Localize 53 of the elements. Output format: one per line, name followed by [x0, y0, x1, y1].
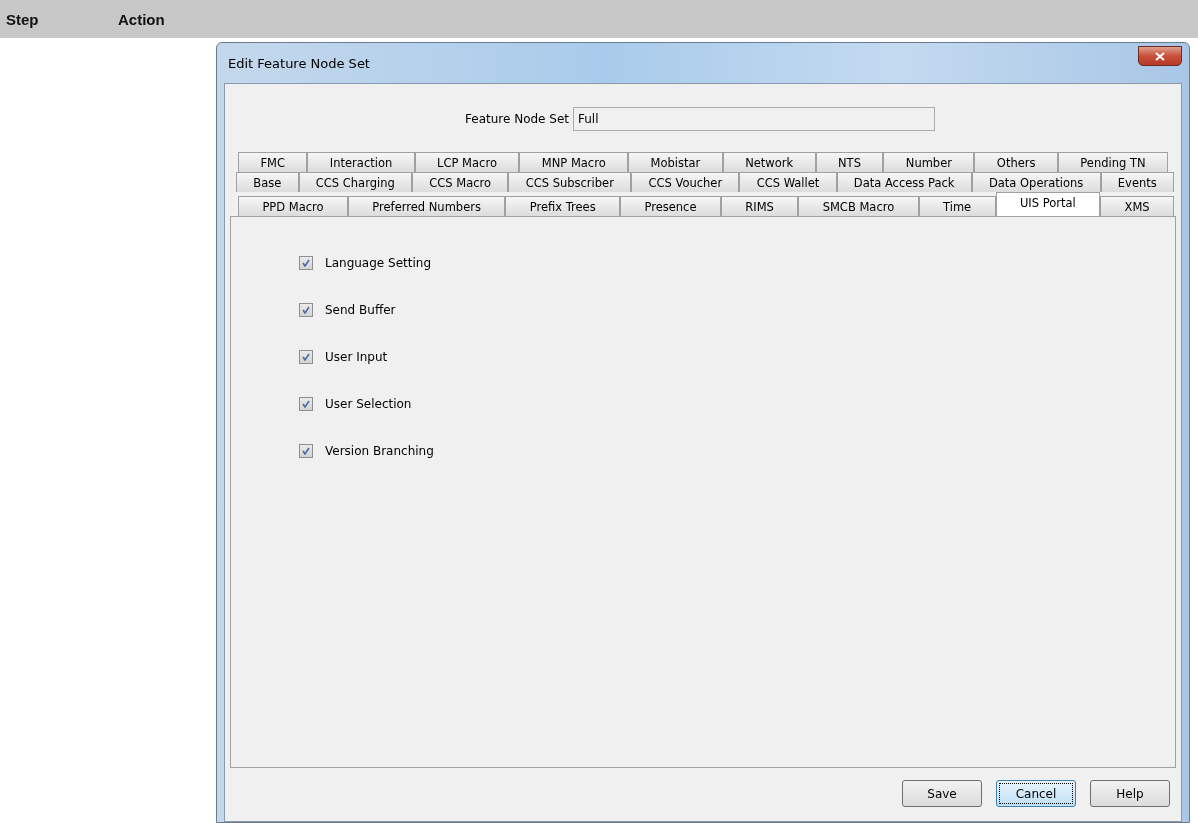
tab[interactable]: Events — [1100, 172, 1174, 192]
feature-node-set-field[interactable]: Full — [573, 107, 935, 131]
tab[interactable]: PPD Macro — [238, 196, 348, 216]
tab[interactable]: XMS — [1100, 196, 1174, 216]
tab[interactable]: Others — [974, 152, 1058, 172]
tab[interactable]: MNP Macro — [519, 152, 629, 172]
tab[interactable]: CCS Macro — [412, 172, 509, 192]
check-icon — [302, 400, 310, 408]
tab[interactable]: CCS Charging — [298, 172, 413, 192]
tab[interactable]: NTS — [815, 152, 884, 172]
tab[interactable]: Prefix Trees — [505, 196, 621, 216]
checkbox-label: User Selection — [325, 397, 412, 411]
tab[interactable]: SMCB Macro — [798, 196, 919, 216]
tab[interactable]: Base — [236, 172, 299, 192]
tab[interactable]: Time — [918, 196, 996, 216]
field-label: Feature Node Set — [465, 112, 569, 126]
tab[interactable]: Pending TN — [1057, 152, 1168, 172]
column-header: Action — [118, 10, 165, 28]
checkbox-label: User Input — [325, 350, 388, 364]
checkbox[interactable] — [299, 350, 313, 364]
tab[interactable]: CCS Subscriber — [508, 172, 632, 192]
check-icon — [302, 259, 310, 267]
close-button[interactable] — [1138, 46, 1182, 66]
checkbox[interactable] — [299, 256, 313, 270]
checkbox[interactable] — [299, 444, 313, 458]
window-title: Edit Feature Node Set — [227, 55, 370, 71]
tab[interactable]: CCS Wallet — [739, 172, 837, 192]
tab[interactable]: Interaction — [307, 152, 415, 172]
tab[interactable]: Data Access Pack — [836, 172, 972, 192]
tab[interactable]: RIMS — [720, 196, 799, 216]
tab[interactable]: Presence — [620, 196, 721, 216]
tab[interactable]: Data Operations — [971, 172, 1101, 192]
tab[interactable]: CCS Voucher — [631, 172, 740, 192]
checkbox-label: Version Branching — [325, 444, 434, 458]
close-icon — [1155, 51, 1165, 61]
checkbox[interactable] — [299, 303, 313, 317]
check-icon — [302, 353, 310, 361]
tab[interactable]: UIS Portal — [995, 192, 1101, 216]
dialog-button[interactable]: Cancel — [996, 780, 1076, 807]
tab[interactable]: LCP Macro — [414, 152, 520, 172]
tab[interactable]: Preferred Numbers — [347, 196, 506, 216]
checkbox[interactable] — [299, 397, 313, 411]
tab[interactable]: FMC — [238, 152, 308, 172]
checkbox-label: Language Setting — [325, 256, 431, 270]
tab[interactable]: Mobistar — [628, 152, 723, 172]
tab[interactable]: Network — [722, 152, 816, 172]
dialog-button[interactable]: Save — [902, 780, 982, 807]
check-icon — [302, 447, 310, 455]
dialog-button[interactable]: Help — [1090, 780, 1170, 807]
tab[interactable]: Number — [883, 152, 975, 172]
checkbox-label: Send Buffer — [325, 303, 396, 317]
column-header: Step — [5, 10, 40, 28]
check-icon — [302, 306, 310, 314]
